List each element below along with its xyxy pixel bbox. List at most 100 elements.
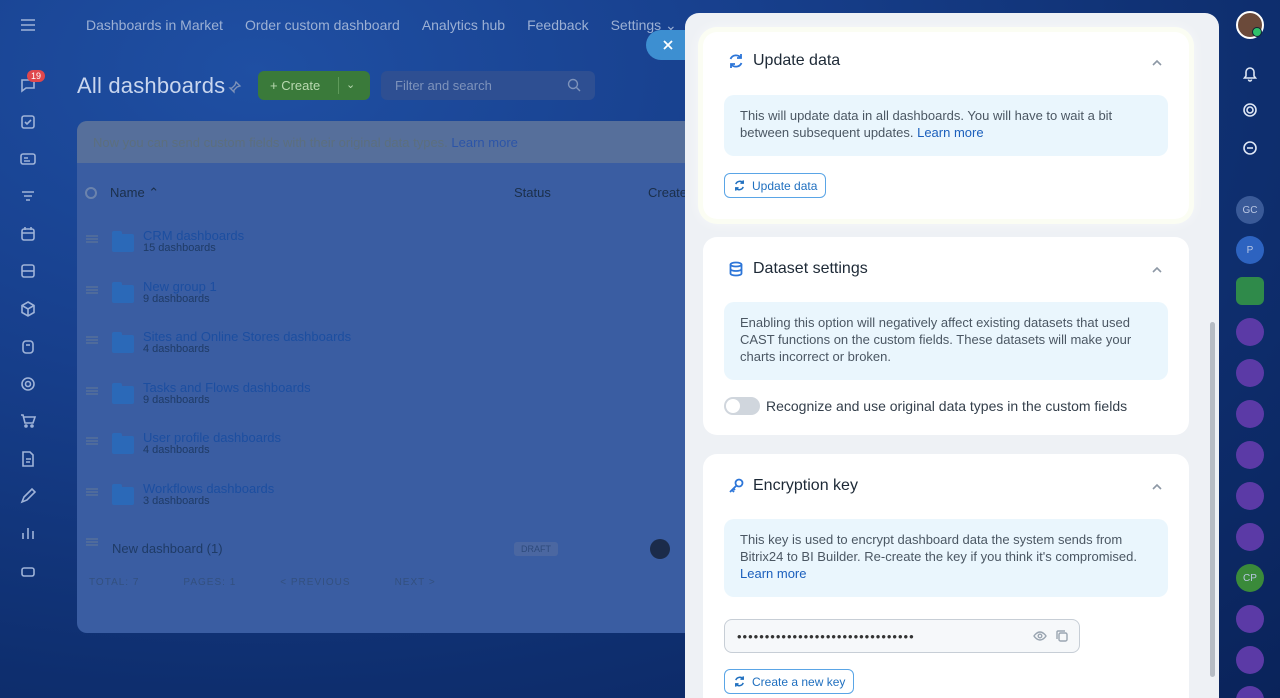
bell-icon[interactable] (1236, 59, 1264, 87)
bi-analytics-icon[interactable] (17, 522, 39, 544)
drive-icon[interactable] (17, 260, 39, 282)
table-row[interactable]: New dashboard (1) DRAFT (77, 524, 697, 575)
dashboards-list: Now you can send custom fields with thei… (77, 121, 697, 633)
row-name[interactable]: Workflows dashboards (143, 481, 274, 496)
drag-handle-icon[interactable] (86, 235, 98, 243)
contact-cp[interactable]: CP (1236, 564, 1264, 592)
nav-order-custom-dashboard[interactable]: Order custom dashboard (245, 17, 400, 34)
table-row[interactable]: Tasks and Flows dashboards 9 dashboards (77, 373, 697, 424)
support-chat-icon[interactable] (1236, 134, 1264, 162)
more-icon[interactable] (17, 560, 39, 582)
column-name[interactable]: Name ⌃ (110, 185, 159, 201)
row-name[interactable]: Tasks and Flows dashboards (143, 380, 311, 395)
collapse-chevron-icon[interactable] (1151, 263, 1163, 275)
notice-bar: Now you can send custom fields with thei… (77, 121, 697, 163)
row-name[interactable]: Sites and Online Stores dashboards (143, 329, 351, 344)
left-sidebar: 19 (0, 0, 56, 698)
nav-analytics-hub[interactable]: Analytics hub (422, 17, 505, 34)
encryption-key-title: Encryption key (753, 477, 858, 494)
cube-icon[interactable] (17, 298, 39, 320)
copilot-icon[interactable] (1236, 96, 1264, 124)
sites-icon[interactable] (17, 336, 39, 358)
update-learn-more-link[interactable]: Learn more (917, 125, 983, 140)
original-data-types-toggle[interactable] (724, 397, 760, 415)
search-icon[interactable] (567, 78, 581, 92)
pager-next[interactable]: NEXT > (395, 577, 436, 588)
row-subtitle: 15 dashboards (143, 242, 216, 254)
drag-handle-icon[interactable] (86, 285, 98, 294)
pager-previous[interactable]: < PREVIOUS (280, 577, 350, 588)
row-name[interactable]: CRM dashboards (143, 228, 244, 243)
nav-feedback[interactable]: Feedback (527, 17, 588, 34)
dataset-settings-title: Dataset settings (753, 260, 868, 277)
filter-icon[interactable] (17, 186, 39, 208)
group-chat-icon[interactable] (1236, 400, 1264, 428)
row-subtitle: 4 dashboards (143, 444, 210, 456)
close-panel-button[interactable] (646, 30, 690, 60)
search-placeholder: Filter and search (395, 78, 492, 93)
column-status[interactable]: Status (514, 185, 551, 200)
search-input[interactable]: Filter and search (381, 71, 595, 100)
tasks-icon[interactable] (17, 111, 39, 133)
update-data-title: Update data (753, 52, 841, 69)
update-data-button[interactable]: Update data (724, 173, 827, 198)
settings-gear-icon[interactable] (85, 187, 97, 199)
column-created[interactable]: Create (648, 185, 687, 200)
create-new-key-label: Create a new key (752, 674, 846, 689)
group-chat-icon[interactable] (1236, 318, 1264, 346)
encryption-learn-more-link[interactable]: Learn more (740, 566, 806, 581)
avatar (650, 539, 670, 559)
pager-total: TOTAL: 7 (89, 577, 140, 588)
eye-icon[interactable] (1033, 629, 1047, 643)
menu-icon[interactable] (17, 14, 39, 36)
table-row[interactable]: CRM dashboards 15 dashboards (77, 221, 697, 272)
encryption-key-field[interactable]: •••••••••••••••••••••••••••••••• (724, 619, 1080, 653)
group-chat-icon[interactable] (1236, 482, 1264, 510)
row-name[interactable]: New dashboard (1) (112, 541, 223, 556)
group-chat-icon[interactable] (1236, 523, 1264, 551)
create-button[interactable]: + Create ⌄ (258, 71, 370, 100)
folder-icon (112, 281, 134, 303)
table-row[interactable]: Workflows dashboards 3 dashboards (77, 474, 697, 525)
collapse-chevron-icon[interactable] (1151, 56, 1163, 68)
create-dropdown-icon[interactable]: ⌄ (346, 78, 355, 91)
group-chat-icon[interactable] (1236, 359, 1264, 387)
row-name[interactable]: New group 1 (143, 279, 217, 294)
group-chat-icon[interactable] (1236, 686, 1264, 698)
encryption-key-card: Encryption key This key is used to encry… (703, 454, 1189, 698)
contact-p[interactable]: P (1236, 236, 1264, 264)
notice-learn-more-link[interactable]: Learn more (451, 135, 517, 150)
key-icon (729, 478, 744, 493)
nav-dashboards-in-market[interactable]: Dashboards in Market (86, 17, 223, 34)
update-data-card: Update data This will update data in all… (703, 32, 1189, 219)
dataset-info-text: Enabling this option will negatively aff… (740, 315, 1132, 364)
target-icon[interactable] (17, 373, 39, 395)
group-chat-icon[interactable] (1236, 605, 1264, 633)
group-chat-icon[interactable] (1236, 441, 1264, 469)
row-name[interactable]: User profile dashboards (143, 430, 281, 445)
drag-handle-icon[interactable] (86, 487, 98, 496)
panel-scrollbar[interactable] (1210, 322, 1215, 677)
drag-handle-icon[interactable] (86, 538, 98, 546)
contact-gc[interactable]: GC (1236, 196, 1264, 224)
table-row[interactable]: New group 1 9 dashboards (77, 272, 697, 323)
table-row[interactable]: User profile dashboards 4 dashboards (77, 423, 697, 474)
drag-handle-icon[interactable] (86, 437, 98, 445)
refresh-icon (735, 676, 744, 687)
pin-icon[interactable] (228, 80, 242, 94)
create-new-key-button[interactable]: Create a new key (724, 669, 855, 694)
calendar-icon[interactable] (17, 223, 39, 245)
pencil-icon[interactable] (17, 485, 39, 507)
row-subtitle: 3 dashboards (143, 494, 210, 507)
table-row[interactable]: Sites and Online Stores dashboards 4 das… (77, 322, 697, 373)
group-chat-icon[interactable] (1236, 646, 1264, 674)
document-icon[interactable] (17, 448, 39, 470)
folder-icon (112, 433, 134, 454)
collapse-chevron-icon[interactable] (1151, 480, 1163, 492)
drag-handle-icon[interactable] (86, 386, 98, 395)
copy-icon[interactable] (1055, 629, 1069, 643)
shop-cart-icon[interactable] (17, 410, 39, 432)
drag-handle-icon[interactable] (86, 336, 98, 344)
crm-icon[interactable] (17, 148, 39, 170)
contact-card-icon[interactable] (1236, 277, 1264, 305)
